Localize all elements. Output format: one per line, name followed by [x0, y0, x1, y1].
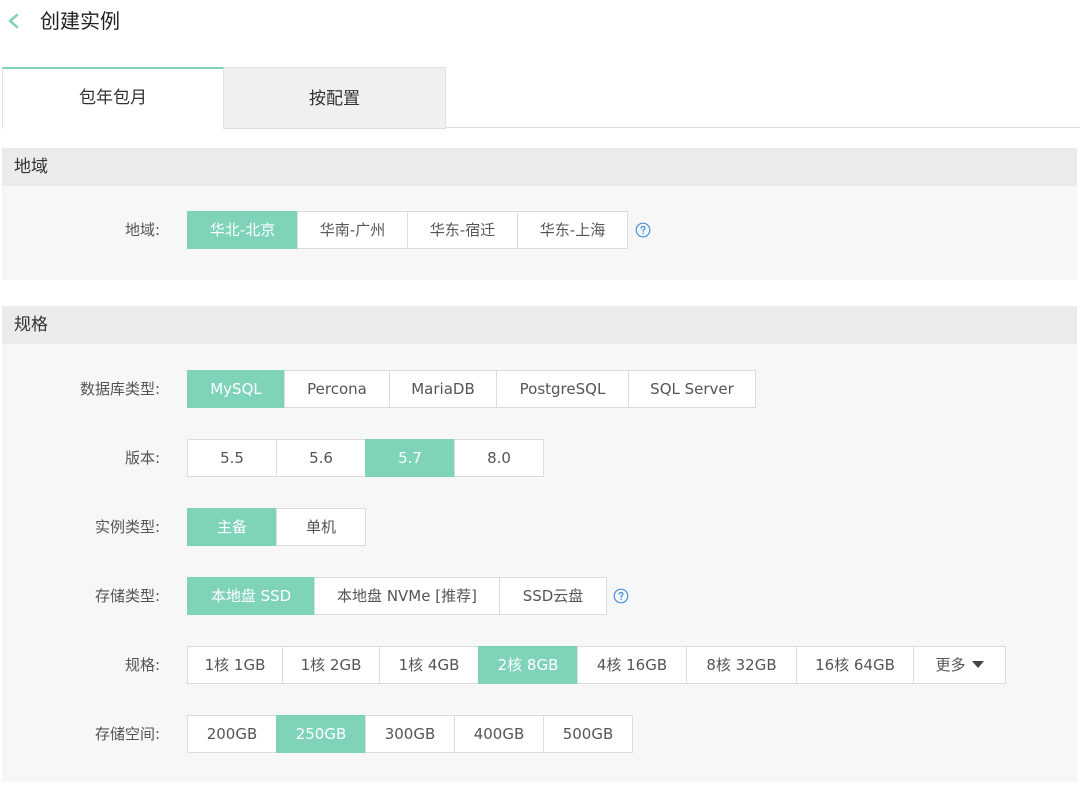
db-type-option-percona[interactable]: Percona: [284, 370, 390, 408]
spec-size-option-1c2g[interactable]: 1核 2GB: [282, 646, 380, 684]
tabs-divider: [446, 127, 1080, 128]
version-label: 版本:: [124, 449, 160, 467]
storage-type-row: 存储类型: 本地盘 SSD 本地盘 NVMe [推荐] SSD云盘: [2, 577, 1077, 615]
region-section-title: 地域: [2, 148, 1077, 186]
region-label: 地域:: [124, 221, 160, 239]
region-option-guangzhou[interactable]: 华南-广州: [297, 211, 408, 249]
version-row: 版本: 5.5 5.6 5.7 8.0: [2, 439, 1077, 477]
storage-space-row: 存储空间: 200GB 250GB 300GB 400GB 500GB: [2, 715, 1077, 753]
storage-space-option-300gb[interactable]: 300GB: [365, 715, 455, 753]
spec-size-options: 1核 1GB 1核 2GB 1核 4GB 2核 8GB 4核 16GB 8核 3…: [187, 646, 1006, 684]
storage-type-label: 存储类型:: [94, 587, 160, 605]
storage-space-option-400gb[interactable]: 400GB: [454, 715, 544, 753]
question-circle-icon[interactable]: [613, 588, 629, 604]
spec-size-option-8c32g[interactable]: 8核 32GB: [686, 646, 797, 684]
chevron-left-icon[interactable]: [4, 8, 22, 34]
instance-type-options: 主备 单机: [187, 508, 366, 546]
billing-tabs: 包年包月 按配置: [0, 67, 1080, 129]
db-type-option-sqlserver[interactable]: SQL Server: [628, 370, 756, 408]
question-circle-icon[interactable]: [635, 222, 651, 238]
instance-type-row: 实例类型: 主备 单机: [2, 508, 1077, 546]
spec-panel: 规格 数据库类型: MySQL Percona MariaDB PostgreS…: [2, 306, 1077, 782]
more-label: 更多: [935, 656, 966, 674]
region-options: 华北-北京 华南-广州 华东-宿迁 华东-上海: [187, 211, 628, 249]
spec-size-row: 规格: 1核 1GB 1核 2GB 1核 4GB 2核 8GB 4核 16GB …: [2, 646, 1077, 684]
instance-type-option-primary-standby[interactable]: 主备: [187, 508, 277, 546]
db-type-option-postgresql[interactable]: PostgreSQL: [496, 370, 629, 408]
spec-section-title: 规格: [2, 306, 1077, 344]
spec-size-option-1c4g[interactable]: 1核 4GB: [379, 646, 479, 684]
storage-type-option-local-nvme[interactable]: 本地盘 NVMe [推荐]: [314, 577, 500, 615]
tab-pay-by-config[interactable]: 按配置: [224, 67, 446, 129]
page-header: 创建实例: [0, 0, 1080, 44]
storage-space-option-200gb[interactable]: 200GB: [187, 715, 277, 753]
caret-down-icon: [971, 661, 984, 668]
region-row: 地域: 华北-北京 华南-广州 华东-宿迁 华东-上海: [2, 211, 1077, 249]
storage-space-option-250gb[interactable]: 250GB: [276, 715, 366, 753]
page-title: 创建实例: [40, 9, 120, 33]
version-option-8-0[interactable]: 8.0: [454, 439, 544, 477]
tab-monthly-subscription[interactable]: 包年包月: [2, 67, 224, 129]
version-option-5-7[interactable]: 5.7: [365, 439, 455, 477]
db-type-label: 数据库类型:: [79, 380, 160, 398]
spec-size-label: 规格:: [124, 656, 160, 674]
storage-type-options: 本地盘 SSD 本地盘 NVMe [推荐] SSD云盘: [187, 577, 607, 615]
region-option-beijing[interactable]: 华北-北京: [187, 211, 298, 249]
db-type-options: MySQL Percona MariaDB PostgreSQL SQL Ser…: [187, 370, 756, 408]
region-option-suqian[interactable]: 华东-宿迁: [407, 211, 518, 249]
db-type-row: 数据库类型: MySQL Percona MariaDB PostgreSQL …: [2, 370, 1077, 408]
storage-space-options: 200GB 250GB 300GB 400GB 500GB: [187, 715, 633, 753]
version-options: 5.5 5.6 5.7 8.0: [187, 439, 544, 477]
storage-type-option-ssd-cloud[interactable]: SSD云盘: [499, 577, 607, 615]
storage-type-option-local-ssd[interactable]: 本地盘 SSD: [187, 577, 315, 615]
spec-size-option-16c64g[interactable]: 16核 64GB: [796, 646, 914, 684]
spec-size-option-2c8g[interactable]: 2核 8GB: [478, 646, 578, 684]
spec-size-option-4c16g[interactable]: 4核 16GB: [577, 646, 687, 684]
db-type-option-mysql[interactable]: MySQL: [187, 370, 285, 408]
db-type-option-mariadb[interactable]: MariaDB: [389, 370, 497, 408]
spec-size-option-1c1g[interactable]: 1核 1GB: [187, 646, 283, 684]
version-option-5-5[interactable]: 5.5: [187, 439, 277, 477]
version-option-5-6[interactable]: 5.6: [276, 439, 366, 477]
region-option-shanghai[interactable]: 华东-上海: [517, 211, 628, 249]
spec-size-more-button[interactable]: 更多: [913, 646, 1006, 684]
instance-type-label: 实例类型:: [94, 518, 160, 536]
instance-type-option-single[interactable]: 单机: [276, 508, 366, 546]
storage-space-label: 存储空间:: [94, 725, 160, 743]
storage-space-option-500gb[interactable]: 500GB: [543, 715, 633, 753]
region-panel: 地域 地域: 华北-北京 华南-广州 华东-宿迁 华东-上海: [2, 148, 1077, 280]
